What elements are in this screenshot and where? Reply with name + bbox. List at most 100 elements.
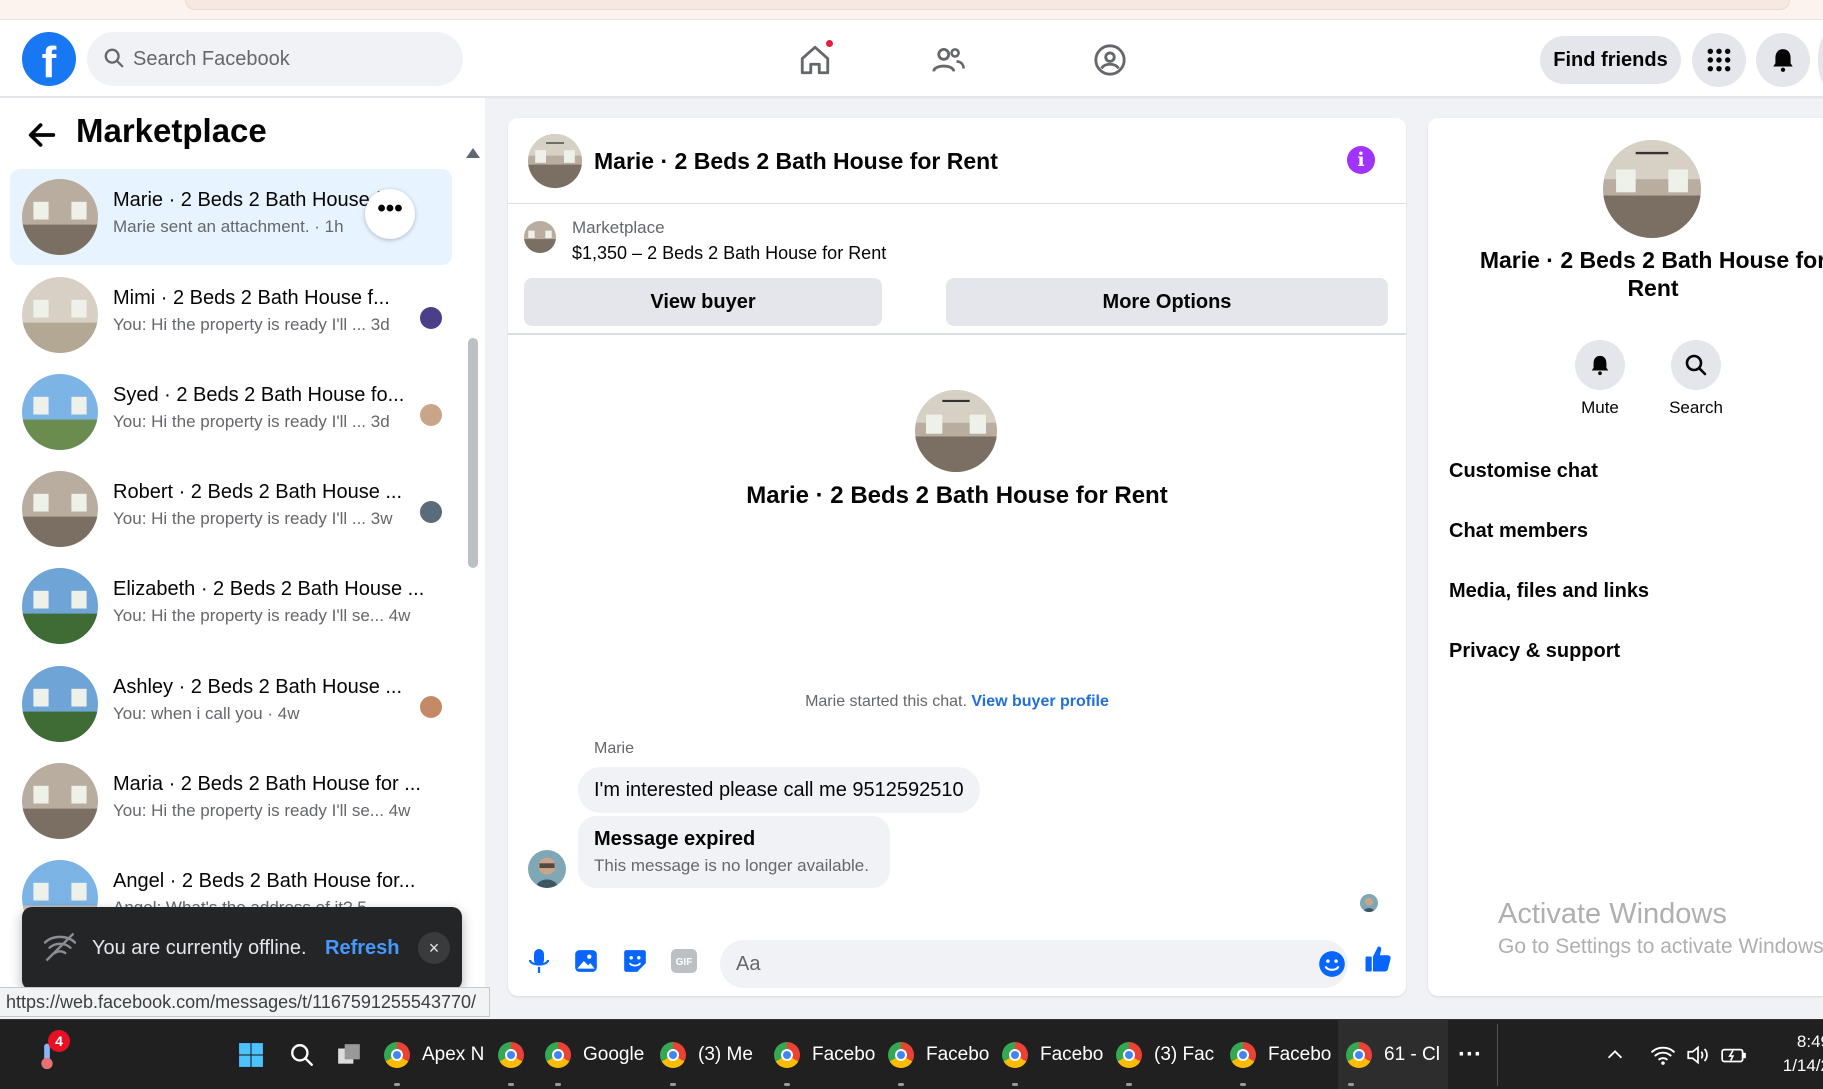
menu-button[interactable] xyxy=(1692,33,1746,87)
conversation-item[interactable]: Maria · 2 Beds 2 Bath House for ... You: … xyxy=(10,753,452,849)
top-bar: f Find friends xyxy=(0,20,1823,97)
details-title: Marie · 2 Beds 2 Bath House for Rent xyxy=(1479,247,1823,301)
taskbar-app-chrome[interactable]: Facebo xyxy=(888,1020,989,1089)
taskbar-app-label: Google xyxy=(583,1044,645,1065)
privacy-support-item[interactable]: Privacy & support xyxy=(1449,640,1620,663)
taskbar-app-chrome[interactable]: Facebo xyxy=(1230,1020,1331,1089)
taskbar-search-button[interactable] xyxy=(289,1020,315,1089)
conversation-preview: You: Hi the property is ready I'll ... 3… xyxy=(113,315,390,334)
taskbar-app-chrome[interactable] xyxy=(498,1020,524,1089)
like-button[interactable] xyxy=(1363,944,1393,974)
taskbar-overflow-button[interactable]: ··· xyxy=(1458,1020,1482,1089)
seen-avatar xyxy=(420,501,442,523)
clock[interactable]: 8:49 1/14/2 xyxy=(1770,1030,1823,1078)
sender-avatar[interactable] xyxy=(528,850,566,888)
conversation-item[interactable]: Mimi · 2 Beds 2 Bath House f... You: Hi t… xyxy=(10,267,452,363)
conversation-name: Ashley · 2 Beds 2 Bath House ... xyxy=(113,676,403,698)
address-bar[interactable] xyxy=(185,0,1790,10)
sticker-button[interactable] xyxy=(620,946,650,976)
conversation-item[interactable]: Marie · 2 Beds 2 Bath House f... Marie se… xyxy=(10,169,452,265)
conversation-name: Elizabeth · 2 Beds 2 Bath House ... xyxy=(113,578,423,600)
conversation-preview: You: Hi the property is ready I'll se...… xyxy=(113,606,411,625)
taskbar-app-label: Apex N xyxy=(422,1044,485,1065)
date: 1/14/2 xyxy=(1782,1056,1823,1075)
close-toast-button[interactable]: × xyxy=(418,932,450,964)
scroll-up-arrow[interactable] xyxy=(466,148,480,158)
groups-nav[interactable] xyxy=(1082,38,1138,82)
search-conversation-button[interactable]: Search xyxy=(1648,340,1744,418)
task-view-button[interactable] xyxy=(336,1020,362,1089)
taskbar-app-chrome[interactable]: Facebo xyxy=(774,1020,875,1089)
wifi-status[interactable] xyxy=(1650,1020,1676,1089)
notifications-button[interactable] xyxy=(1756,33,1810,87)
volume-status[interactable] xyxy=(1685,1020,1711,1089)
message-input[interactable] xyxy=(736,940,1296,988)
refresh-link[interactable]: Refresh xyxy=(325,937,399,960)
conversation-item[interactable]: Syed · 2 Beds 2 Bath House fo... You: Hi … xyxy=(10,364,452,460)
running-indicator xyxy=(1240,1083,1246,1086)
message-input-box[interactable] xyxy=(720,940,1348,988)
scroll-thumb[interactable] xyxy=(468,338,478,568)
taskbar-app-chrome[interactable]: Google xyxy=(545,1020,644,1089)
mute-circle xyxy=(1575,340,1625,390)
conversation-item[interactable]: Ashley · 2 Beds 2 Bath House ... You: whe… xyxy=(10,656,452,752)
taskbar-app-chrome[interactable]: Apex N xyxy=(384,1020,484,1089)
chrome-icon xyxy=(888,1042,914,1068)
search-input[interactable] xyxy=(133,32,443,86)
windows-taskbar: 4 Apex N Google (3) Me Facebo Facebo Facebo (3… xyxy=(0,1019,1823,1089)
account-button[interactable] xyxy=(1818,33,1823,87)
notification-dot xyxy=(824,38,835,49)
facebook-logo[interactable]: f xyxy=(22,32,76,86)
conversation-name: Mimi · 2 Beds 2 Bath House f... xyxy=(113,287,390,309)
customise-chat-item[interactable]: Customise chat xyxy=(1449,460,1598,483)
chrome-icon xyxy=(384,1042,410,1068)
expired-message-bubble[interactable]: Message expired This message is no longe… xyxy=(578,816,890,888)
more-options-button[interactable]: More Options xyxy=(946,278,1388,326)
taskbar-app-label: Facebo xyxy=(926,1044,990,1065)
taskbar-app-chrome[interactable]: 61 - Cl xyxy=(1338,1020,1448,1089)
conversation-item[interactable]: Robert · 2 Beds 2 Bath House ... You: Hi … xyxy=(10,461,452,557)
gif-icon: GIF xyxy=(671,949,697,973)
running-indicator xyxy=(555,1083,561,1086)
seen-avatar xyxy=(420,404,442,426)
view-buyer-button[interactable]: View buyer xyxy=(524,278,882,326)
search-box[interactable] xyxy=(87,32,463,86)
find-friends-button[interactable]: Find friends xyxy=(1540,36,1681,84)
message-bubble[interactable]: I'm interested please call me 9512592510 xyxy=(578,767,980,813)
taskbar-app-chrome[interactable]: (3) Fac xyxy=(1116,1020,1214,1089)
start-button[interactable] xyxy=(238,1020,264,1089)
chat-title[interactable]: Marie · 2 Beds 2 Bath House for Rent xyxy=(594,148,998,175)
gif-button[interactable]: GIF xyxy=(669,946,699,976)
info-icon[interactable]: i xyxy=(1347,146,1375,174)
emoji-icon[interactable] xyxy=(1318,950,1346,978)
home-nav[interactable] xyxy=(787,38,843,82)
conversation-avatar xyxy=(22,763,98,839)
listing-thumbnail[interactable] xyxy=(524,221,556,253)
chat-header: Marie · 2 Beds 2 Bath House for Rent i xyxy=(508,118,1406,204)
groups-icon xyxy=(1094,44,1126,76)
mute-button[interactable]: Mute xyxy=(1552,340,1648,418)
running-indicator xyxy=(898,1083,904,1086)
conversation-item[interactable]: Elizabeth · 2 Beds 2 Bath House ... You: … xyxy=(10,558,452,654)
conversation-more-button[interactable]: ••• xyxy=(365,189,415,239)
conversation-avatar xyxy=(22,471,98,547)
chat-members-item[interactable]: Chat members xyxy=(1449,520,1588,543)
watermark-subtitle: Go to Settings to activate Windows. xyxy=(1498,935,1823,958)
media-files-links-item[interactable]: Media, files and links xyxy=(1449,580,1649,603)
activate-windows-watermark: Activate Windows Go to Settings to activ… xyxy=(1498,898,1823,959)
battery-status[interactable] xyxy=(1720,1020,1748,1089)
attach-photo-button[interactable] xyxy=(571,946,601,976)
offline-message: You are currently offline. xyxy=(92,937,307,959)
scrollbar[interactable] xyxy=(466,148,480,908)
back-arrow-icon[interactable] xyxy=(25,118,59,152)
view-buyer-profile-link[interactable]: View buyer profile xyxy=(971,693,1109,710)
show-hidden-icons-button[interactable] xyxy=(1604,1020,1626,1089)
taskbar-app-chrome[interactable]: (3) Me xyxy=(660,1020,753,1089)
voice-clip-button[interactable] xyxy=(524,946,554,976)
chat-avatar[interactable] xyxy=(528,134,582,188)
search-label: Search xyxy=(1669,398,1723,417)
listing-title[interactable]: $1,350 – 2 Beds 2 Bath House for Rent xyxy=(572,243,886,264)
taskbar-app-chrome[interactable]: Facebo xyxy=(1002,1020,1103,1089)
conversation-list-panel: Marketplace Marie · 2 Beds 2 Bath House … xyxy=(0,98,485,1002)
friends-nav[interactable] xyxy=(920,38,976,82)
